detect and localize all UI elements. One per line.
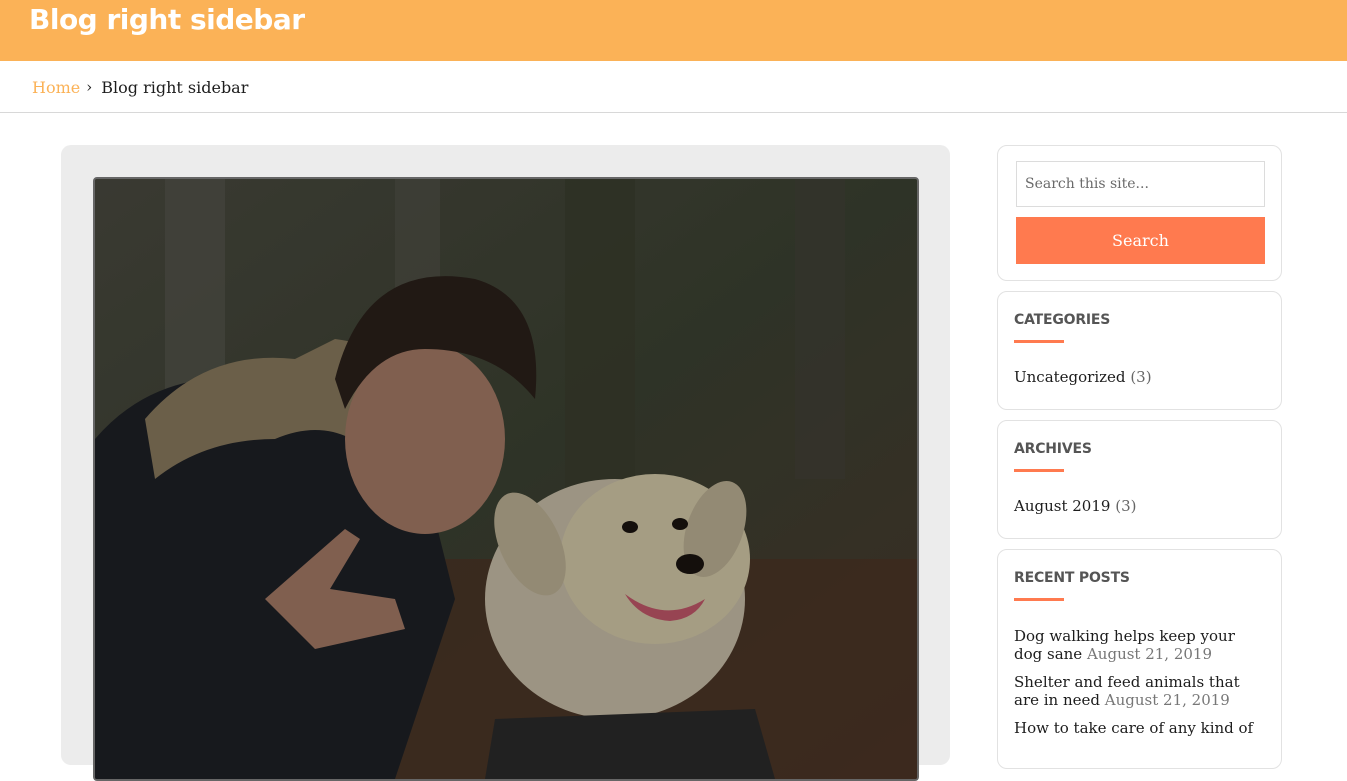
recent-posts-title: RECENT POSTS bbox=[1014, 570, 1130, 586]
archives-list: August 2019 (3) bbox=[1014, 497, 1136, 515]
search-input[interactable] bbox=[1016, 161, 1265, 207]
featured-image-illustration bbox=[95, 179, 917, 779]
list-item: Dog walking helps keep your dog sane Aug… bbox=[1014, 627, 1264, 663]
categories-title: CATEGORIES bbox=[1014, 312, 1111, 328]
category-link-uncategorized[interactable]: Uncategorized bbox=[1014, 368, 1126, 386]
title-underline bbox=[1014, 598, 1064, 601]
breadcrumb-current: Blog right sidebar bbox=[101, 77, 249, 97]
recent-post-date: August 21, 2019 bbox=[1086, 645, 1213, 663]
categories-list: Uncategorized (3) bbox=[1014, 368, 1152, 386]
categories-widget: CATEGORIES Uncategorized (3) bbox=[997, 291, 1282, 410]
header-divider bbox=[0, 112, 1347, 113]
post-featured-image[interactable] bbox=[93, 177, 919, 781]
list-item: How to take care of any kind of bbox=[1014, 719, 1264, 737]
recent-posts-list: Dog walking helps keep your dog sane Aug… bbox=[1014, 627, 1264, 747]
breadcrumb-home-link[interactable]: Home bbox=[32, 78, 80, 97]
title-underline bbox=[1014, 340, 1064, 343]
search-widget: Search bbox=[997, 145, 1282, 281]
list-item: Uncategorized (3) bbox=[1014, 368, 1152, 386]
recent-post-link[interactable]: How to take care of any kind of bbox=[1014, 719, 1253, 737]
archive-count: (3) bbox=[1115, 497, 1137, 515]
search-button[interactable]: Search bbox=[1016, 217, 1265, 264]
list-item: Shelter and feed animals that are in nee… bbox=[1014, 673, 1264, 709]
breadcrumb: Home › Blog right sidebar bbox=[32, 76, 248, 98]
archives-title: ARCHIVES bbox=[1014, 441, 1092, 457]
site-header: Blog right sidebar bbox=[0, 0, 1347, 61]
page-title: Blog right sidebar bbox=[29, 3, 305, 36]
archives-widget: ARCHIVES August 2019 (3) bbox=[997, 420, 1282, 539]
title-underline bbox=[1014, 469, 1064, 472]
list-item: August 2019 (3) bbox=[1014, 497, 1136, 515]
recent-posts-widget: RECENT POSTS Dog walking helps keep your… bbox=[997, 549, 1282, 769]
recent-post-date: August 21, 2019 bbox=[1104, 691, 1230, 709]
breadcrumb-separator-icon: › bbox=[86, 78, 93, 96]
post-card bbox=[61, 145, 950, 781]
archive-link-august-2019[interactable]: August 2019 bbox=[1014, 497, 1110, 515]
category-count: (3) bbox=[1130, 368, 1152, 386]
